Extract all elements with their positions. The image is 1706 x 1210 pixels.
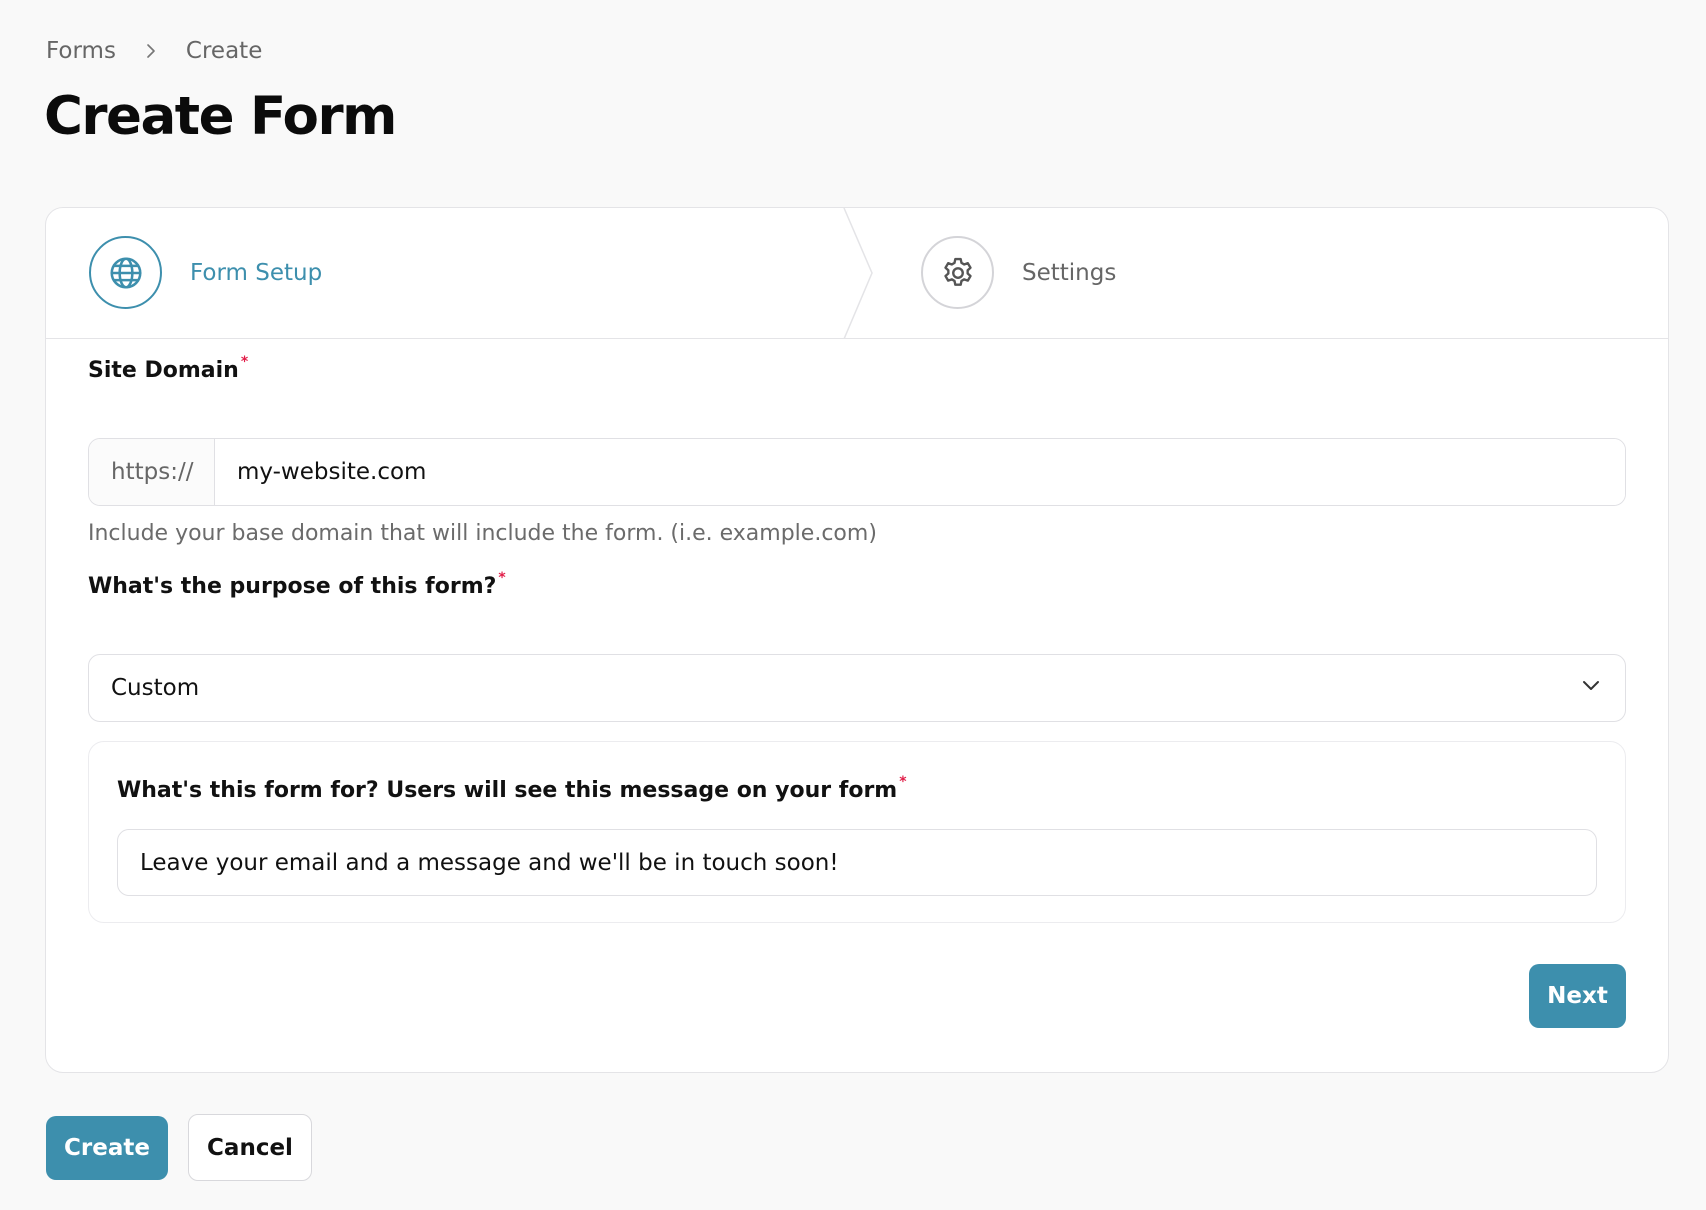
site-domain-label: Site Domain * bbox=[88, 354, 248, 383]
form-card: Form Setup Settings Site Domain * https:/… bbox=[45, 207, 1669, 1073]
purpose-selected-value: Custom bbox=[111, 675, 200, 701]
page-title: Create Form bbox=[44, 86, 397, 147]
breadcrumb: Forms Create bbox=[46, 38, 262, 64]
purpose-label: What's the purpose of this form? * bbox=[88, 570, 506, 599]
message-label-text: What's this form for? Users will see thi… bbox=[117, 778, 898, 803]
required-mark: * bbox=[498, 570, 506, 586]
globe-icon bbox=[89, 236, 162, 309]
message-label: What's this form for? Users will see thi… bbox=[117, 774, 907, 803]
step-divider bbox=[843, 208, 873, 339]
required-mark: * bbox=[899, 774, 907, 790]
required-mark: * bbox=[240, 354, 249, 370]
chevron-right-icon bbox=[142, 42, 160, 60]
site-domain-label-text: Site Domain bbox=[88, 358, 239, 383]
create-form-page: Forms Create Create Form Form Setup Sett… bbox=[0, 0, 1706, 1210]
create-button[interactable]: Create bbox=[46, 1116, 168, 1180]
chevron-down-icon bbox=[1579, 673, 1603, 703]
breadcrumb-forms-link[interactable]: Forms bbox=[46, 38, 116, 64]
step-label: Settings bbox=[1022, 259, 1117, 286]
gear-icon bbox=[921, 236, 994, 309]
site-domain-input[interactable] bbox=[215, 439, 1625, 505]
step-settings[interactable]: Settings bbox=[921, 236, 1116, 309]
domain-prefix: https:// bbox=[89, 439, 215, 505]
purpose-label-text: What's the purpose of this form? bbox=[88, 574, 497, 599]
message-card: What's this form for? Users will see thi… bbox=[88, 741, 1626, 923]
breadcrumb-create: Create bbox=[185, 38, 263, 64]
step-form-setup[interactable]: Form Setup bbox=[89, 236, 322, 309]
site-domain-help: Include your base domain that will inclu… bbox=[88, 521, 877, 546]
stepper: Form Setup Settings bbox=[46, 208, 1668, 339]
next-button[interactable]: Next bbox=[1529, 964, 1626, 1028]
step-label: Form Setup bbox=[190, 259, 323, 286]
site-domain-field: https:// bbox=[88, 438, 1626, 506]
message-input[interactable] bbox=[117, 829, 1597, 896]
purpose-select[interactable]: Custom bbox=[88, 654, 1626, 722]
cancel-button[interactable]: Cancel bbox=[188, 1114, 312, 1181]
